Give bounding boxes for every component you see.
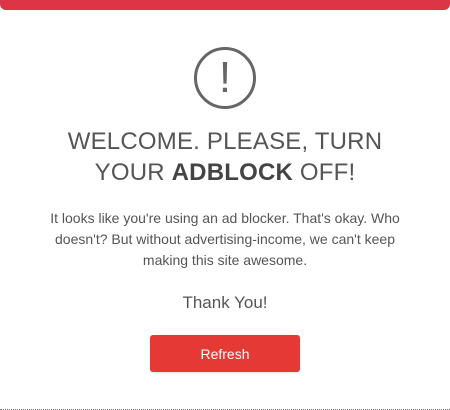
exclamation-icon: ! [194, 47, 256, 109]
headline-line-2: YOUR ADBLOCK OFF! [0, 157, 450, 188]
headline-line-2-suffix: OFF! [299, 159, 356, 186]
headline-line-2-prefix: YOUR [94, 159, 165, 186]
adblock-modal: ! WELCOME. PLEASE, TURN YOUR ADBLOCK OFF… [0, 0, 450, 410]
modal-message: It looks like you're using an ad blocker… [50, 210, 400, 268]
refresh-button[interactable]: Refresh [150, 335, 300, 372]
headline-adblock-text: ADBLOCK [171, 159, 294, 186]
modal-accent-bar [0, 0, 450, 10]
modal-headline: WELCOME. PLEASE, TURN YOUR ADBLOCK OFF! [0, 126, 450, 188]
thank-you-text: Thank You! [182, 293, 268, 312]
exclamation-glyph: ! [218, 53, 232, 102]
headline-line-1: WELCOME. PLEASE, TURN [67, 128, 383, 155]
